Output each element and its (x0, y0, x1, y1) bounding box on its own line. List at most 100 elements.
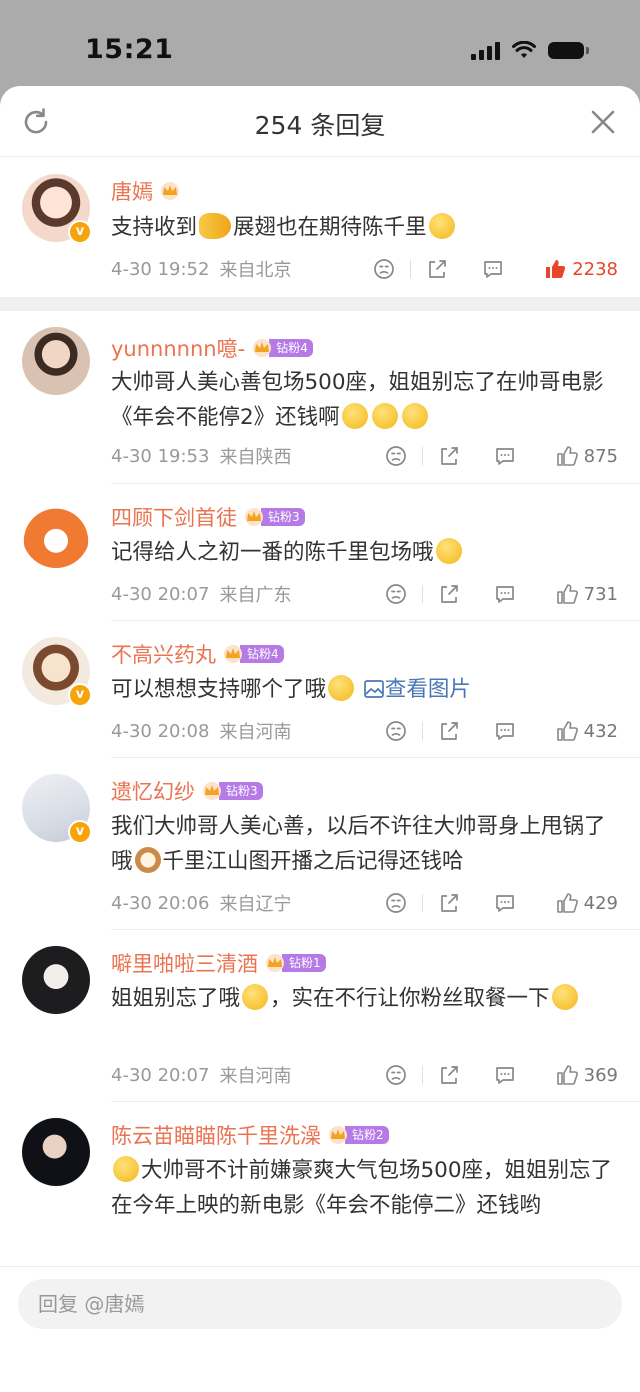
comment-item[interactable]: v 不高兴药丸 钻粉4 可以想想支持哪个了哦 查看图片 4-30 20:08 来… (0, 621, 640, 758)
avatar[interactable] (22, 946, 90, 1014)
section-separator (0, 297, 640, 311)
username[interactable]: 遗忆幻纱 (111, 776, 195, 806)
crown-icon (245, 508, 263, 526)
fan-badge: 钻粉4 (222, 644, 284, 664)
comment-item[interactable]: 噼里啪啦三清酒 钻粉1 姐姐别忘了哦 ，实在不行让你粉丝取餐一下 4-30 20:… (0, 930, 640, 1102)
like-icon (546, 260, 566, 278)
comment-icon[interactable] (494, 720, 516, 742)
pleading-emoji-icon (401, 403, 428, 429)
fan-badge-label: 钻粉3 (261, 508, 305, 526)
status-bar: 15:21 (0, 0, 640, 90)
username[interactable]: 不高兴药丸 (111, 639, 216, 669)
comment-time: 4-30 20:07 (111, 1064, 210, 1086)
kissing-heart-emoji-icon (551, 984, 578, 1010)
image-icon (364, 680, 384, 698)
fan-badge-label: 钻粉1 (282, 954, 326, 972)
grin-emoji-icon (113, 1156, 139, 1182)
name-row: 遗忆幻纱 钻粉3 (111, 776, 263, 806)
share-icon[interactable] (438, 583, 460, 605)
view-image-link[interactable]: 查看图片 (363, 677, 471, 702)
status-time: 15:21 (85, 34, 174, 65)
dislike-face-icon[interactable] (385, 720, 407, 742)
like-icon (556, 721, 578, 741)
username[interactable]: 四顾下剑首徒 (111, 502, 237, 532)
comment-item[interactable]: yunnnnnn噫- 钻粉4 大帅哥人美心善包场500座，姐姐别忘了在帅哥电影《… (0, 311, 640, 484)
comment-item[interactable]: v 遗忆幻纱 钻粉3 我们大帅哥人美心善，以后不许往大帅哥身上甩锅了哦 千里江山图… (0, 758, 640, 930)
name-row: 陈云苗瞄瞄陈千里洗澡 钻粉2 (111, 1120, 389, 1150)
comment-time: 4-30 20:06 (111, 892, 210, 914)
verified-badge-icon: v (68, 820, 92, 844)
crown-icon (161, 182, 179, 200)
fan-badge-label: 钻粉3 (219, 782, 263, 800)
status-icons (471, 40, 589, 60)
avatar[interactable] (22, 327, 90, 395)
fan-badge: 钻粉1 (264, 953, 326, 973)
comment-icon[interactable] (482, 258, 504, 280)
name-row: yunnnnnn噫- 钻粉4 (111, 333, 313, 363)
comment-icon[interactable] (494, 892, 516, 914)
like-icon (556, 1065, 578, 1085)
pleading-emoji-icon (341, 403, 368, 429)
share-icon[interactable] (438, 892, 460, 914)
verified-badge-icon: v (68, 220, 92, 244)
name-row: 四顾下剑首徒 钻粉3 (111, 502, 305, 532)
kissing-heart-emoji-icon (242, 984, 269, 1010)
star-struck-emoji-icon (428, 213, 455, 239)
avatar[interactable]: v (22, 174, 92, 244)
dislike-face-icon[interactable] (385, 583, 407, 605)
share-icon[interactable] (426, 258, 448, 280)
like-icon (556, 446, 578, 466)
like-button[interactable]: 432 (556, 720, 618, 742)
comment-item[interactable]: 四顾下剑首徒 钻粉3 记得给人之初一番的陈千里包场哦 4-30 20:07 来自… (0, 484, 640, 621)
share-icon[interactable] (438, 1064, 460, 1086)
avatar[interactable] (22, 1118, 90, 1186)
comment-icon[interactable] (494, 583, 516, 605)
name-row: 唐嫣 (111, 176, 181, 206)
like-button[interactable]: 875 (556, 445, 618, 467)
reply-input[interactable]: 回复 @唐嫣 (18, 1279, 622, 1329)
reply-bar: 回复 @唐嫣 (0, 1266, 640, 1392)
avatar[interactable] (22, 500, 90, 568)
comment-text: 记得给人之初一番的陈千里包场哦 (111, 535, 616, 570)
meta-row: 4-30 20:08 来自河南 432 (111, 716, 618, 746)
username[interactable]: 陈云苗瞄瞄陈千里洗澡 (111, 1120, 321, 1150)
dislike-face-icon[interactable] (385, 1064, 407, 1086)
fan-badge-label: 钻粉4 (240, 645, 284, 663)
comment-location: 来自辽宁 (219, 894, 292, 915)
like-button[interactable]: 369 (556, 1064, 618, 1086)
fan-badge: 钻粉3 (201, 781, 263, 801)
share-icon[interactable] (438, 720, 460, 742)
wifi-icon (512, 41, 536, 58)
comment-item[interactable]: v 唐嫣 支持收到 展翅也在期待陈千里 4-30 19:52 来自北京 2238 (0, 86, 640, 311)
like-count: 432 (583, 720, 618, 742)
comment-time: 4-30 20:08 (111, 720, 210, 742)
like-button[interactable]: 2238 (544, 258, 618, 280)
comment-icon[interactable] (494, 1064, 516, 1086)
dislike-face-icon[interactable] (385, 892, 407, 914)
meta-row: 4-30 20:06 来自辽宁 429 (111, 888, 618, 918)
dislike-face-icon[interactable] (373, 258, 395, 280)
comment-text: 大帅哥人美心善包场500座，姐姐别忘了在帅哥电影《年会不能停2》还钱啊 (111, 370, 604, 430)
fan-badge: 钻粉3 (243, 507, 305, 527)
share-icon[interactable] (438, 445, 460, 467)
like-button[interactable]: 731 (556, 583, 618, 605)
pointing-emoji-icon (199, 213, 232, 239)
comment-icon[interactable] (494, 445, 516, 467)
comment-time: 4-30 19:53 (111, 445, 210, 467)
comment-text: 姐姐别忘了哦 ，实在不行让你粉丝取餐一下 (111, 981, 616, 1016)
crying-emoji-icon (328, 675, 355, 701)
avatar[interactable]: v (22, 637, 92, 707)
comment-item[interactable]: 陈云苗瞄瞄陈千里洗澡 钻粉2 大帅哥不计前嫌豪爽大气包场500座，姐姐别忘了在今… (0, 1102, 640, 1266)
username[interactable]: 唐嫣 (111, 176, 153, 206)
meta-row: 4-30 19:52 来自北京 2238 (111, 254, 618, 284)
fan-badge: 钻粉4 (251, 338, 313, 358)
comment-text: 可以想想支持哪个了哦 查看图片 (111, 675, 471, 702)
avatar[interactable]: v (22, 774, 92, 844)
name-row: 不高兴药丸 钻粉4 (111, 639, 284, 669)
like-button[interactable]: 429 (556, 892, 618, 914)
dislike-face-icon[interactable] (385, 445, 407, 467)
crown-icon (329, 1126, 347, 1144)
comment-location: 来自河南 (219, 722, 292, 743)
username[interactable]: 噼里啪啦三清酒 (111, 948, 258, 978)
username[interactable]: yunnnnnn噫- (111, 333, 245, 363)
